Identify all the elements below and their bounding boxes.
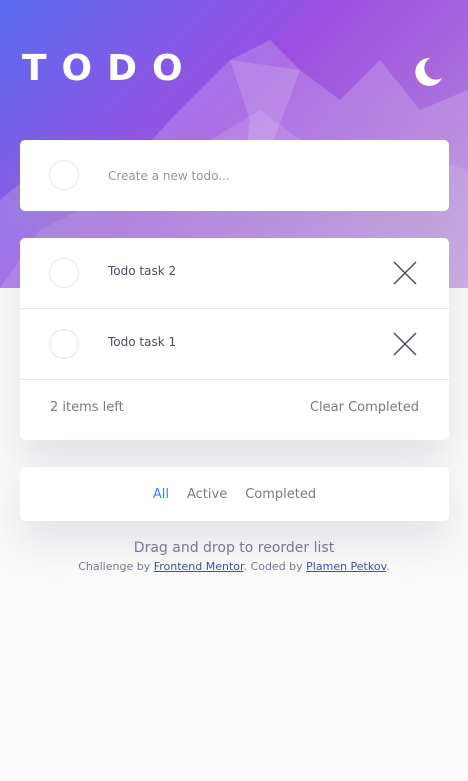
create-checkbox[interactable] bbox=[49, 160, 79, 190]
todo-text: Todo task 2 bbox=[108, 264, 177, 278]
clear-completed-button[interactable]: Clear Completed bbox=[310, 400, 419, 415]
todo-checkbox[interactable] bbox=[49, 329, 79, 359]
attribution-suffix: . bbox=[386, 560, 390, 573]
frontend-mentor-link[interactable]: Frontend Mentor bbox=[154, 560, 244, 573]
filter-active[interactable]: Active bbox=[187, 487, 227, 502]
attribution-prefix: Challenge by bbox=[78, 560, 154, 573]
filter-completed[interactable]: Completed bbox=[245, 487, 316, 502]
close-icon[interactable] bbox=[392, 331, 418, 357]
author-link[interactable]: Plamen Petkov bbox=[306, 560, 386, 573]
attribution: Challenge by Frontend Mentor. Coded by P… bbox=[0, 560, 468, 573]
moon-icon[interactable] bbox=[410, 54, 446, 90]
todo-checkbox[interactable] bbox=[49, 258, 79, 288]
close-icon[interactable] bbox=[392, 260, 418, 286]
todo-item[interactable]: Todo task 2 bbox=[20, 238, 449, 309]
create-todo-card bbox=[20, 140, 449, 211]
items-left-count: 2 items left bbox=[50, 400, 124, 415]
create-todo-input[interactable] bbox=[108, 164, 408, 188]
attribution-middle: . Coded by bbox=[243, 560, 307, 573]
app-title: TODO bbox=[22, 48, 198, 89]
drag-hint: Drag and drop to reorder list bbox=[133, 540, 335, 556]
filter-all[interactable]: All bbox=[153, 487, 169, 502]
list-footer: 2 items left Clear Completed bbox=[20, 380, 449, 440]
todo-text: Todo task 1 bbox=[108, 335, 177, 349]
todo-list: Todo task 2 Todo task 1 2 items left Cle… bbox=[20, 238, 449, 440]
todo-item[interactable]: Todo task 1 bbox=[20, 309, 449, 380]
filter-bar: All Active Completed bbox=[20, 467, 449, 521]
